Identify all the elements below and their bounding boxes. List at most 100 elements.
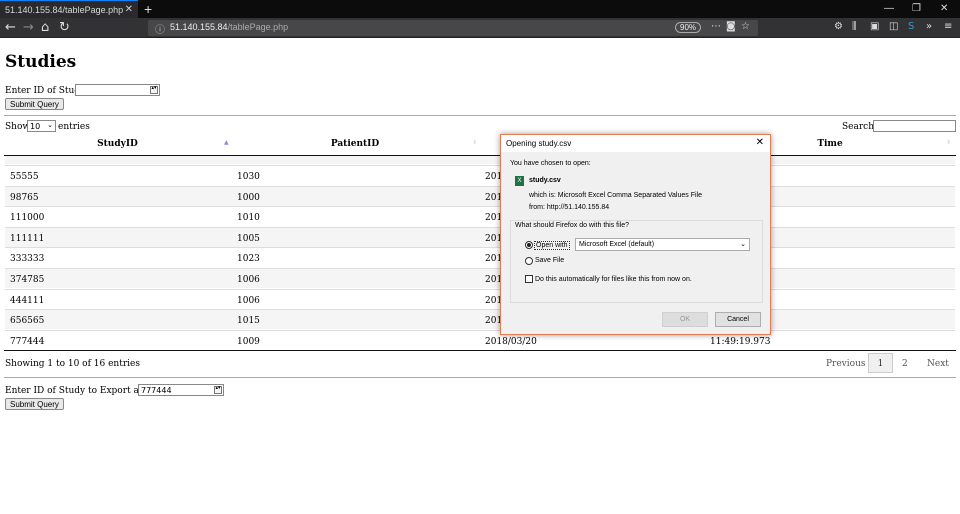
gear-icon[interactable]: ⚙ bbox=[834, 21, 843, 32]
cell-studyid: 111111 bbox=[10, 233, 45, 244]
dialog-title: Opening study.csv bbox=[506, 139, 572, 148]
cell-studyid: 656565 bbox=[10, 316, 45, 327]
nav-bar: ← → ⌂ ↻ ⓘ 51.140.155.84/tablePage.php 90… bbox=[0, 18, 960, 38]
table-row: 98765 1000 2018 bbox=[5, 185, 955, 206]
file-type: which is: Microsoft Excel Comma Separate… bbox=[529, 192, 702, 199]
chevron-down-icon: ⌄ bbox=[740, 241, 746, 248]
cell-patientid: 1010 bbox=[237, 213, 260, 224]
page-2-button[interactable]: 2 bbox=[902, 359, 908, 369]
cell-studyid: 111000 bbox=[10, 213, 45, 224]
cell-time: 11:49:19.973 bbox=[710, 336, 771, 347]
cell-patientid: 1009 bbox=[237, 336, 260, 347]
close-icon[interactable]: ✕ bbox=[756, 137, 764, 148]
table-row: 55555 1030 2018 bbox=[5, 165, 955, 185]
study-id-input[interactable]: ▴▾ bbox=[75, 84, 160, 96]
entries-label: entries bbox=[58, 122, 90, 132]
export-id-input[interactable]: 777444 ▴▾ bbox=[138, 384, 224, 396]
open-with-radio[interactable] bbox=[525, 241, 533, 249]
pocket-icon[interactable]: ◙ bbox=[726, 21, 736, 32]
cell-patientid: 1030 bbox=[237, 172, 260, 182]
tab-title: 51.140.155.84/tablePage.php bbox=[5, 5, 124, 15]
sort-icon: ⇕ bbox=[946, 139, 952, 146]
skype-icon[interactable]: S bbox=[908, 21, 914, 32]
overflow-icon[interactable]: » bbox=[926, 21, 932, 32]
back-icon[interactable]: ← bbox=[5, 20, 16, 35]
previous-button[interactable]: Previous bbox=[826, 359, 865, 369]
table-footer-border bbox=[4, 350, 956, 351]
cell-patientid: 1006 bbox=[237, 295, 260, 306]
table-row-partial bbox=[5, 156, 955, 164]
search-input[interactable] bbox=[873, 120, 956, 132]
show-entries-select[interactable]: 10 ⌄ bbox=[27, 120, 56, 132]
divider bbox=[4, 377, 956, 378]
url-bar[interactable]: ⓘ 51.140.155.84/tablePage.php 90% ⋯ ◙ ☆ bbox=[148, 20, 758, 36]
spinner-icon[interactable]: ▴▾ bbox=[214, 386, 222, 394]
page-1-button[interactable]: 1 bbox=[868, 353, 893, 373]
file-name: study.csv bbox=[529, 177, 561, 184]
menu-icon[interactable]: ≡ bbox=[944, 21, 952, 32]
cell-studyid: 55555 bbox=[10, 172, 39, 182]
table-row: 444111 1006 2018 bbox=[5, 288, 955, 309]
save-file-label[interactable]: Save File bbox=[535, 257, 564, 264]
bookmark-star-icon[interactable]: ☆ bbox=[741, 21, 750, 32]
auto-label[interactable]: Do this automatically for files like thi… bbox=[535, 276, 692, 283]
table-row: 111111 1005 2018 bbox=[5, 226, 955, 247]
divider bbox=[4, 115, 956, 116]
more-actions-icon[interactable]: ⋯ bbox=[711, 21, 721, 32]
excel-file-icon: X bbox=[515, 176, 524, 186]
next-button[interactable]: Next bbox=[927, 359, 949, 369]
export-submit-button[interactable]: Submit Query bbox=[5, 398, 64, 410]
tab-active[interactable]: 51.140.155.84/tablePage.php ✕ bbox=[0, 0, 138, 18]
submit-query-button[interactable]: Submit Query bbox=[5, 98, 64, 110]
page-title: Studies bbox=[5, 52, 77, 72]
cell-date: 2018/03/20 bbox=[485, 336, 537, 347]
download-dialog: Opening study.csv ✕ You have chosen to o… bbox=[500, 134, 771, 335]
cell-studyid: 777444 bbox=[10, 336, 45, 347]
cancel-button[interactable]: Cancel bbox=[715, 312, 761, 327]
close-window-icon[interactable]: ✕ bbox=[940, 3, 948, 14]
cell-studyid: 98765 bbox=[10, 192, 39, 203]
url-text: 51.140.155.84/tablePage.php bbox=[170, 22, 289, 32]
table-row: 333333 1023 2018 bbox=[5, 247, 955, 267]
cell-patientid: 1023 bbox=[237, 254, 260, 265]
sidebar-icon[interactable]: ◫ bbox=[889, 21, 898, 32]
restore-icon[interactable]: ❐ bbox=[912, 3, 921, 14]
info-icon[interactable]: ⓘ bbox=[155, 21, 165, 36]
forward-icon[interactable]: → bbox=[23, 20, 34, 35]
app-select[interactable]: Microsoft Excel (default) ⌄ bbox=[575, 238, 750, 251]
table-info: Showing 1 to 10 of 16 entries bbox=[5, 359, 140, 369]
ok-button[interactable]: OK bbox=[662, 312, 708, 327]
dialog-titlebar: Opening study.csv ✕ bbox=[501, 135, 770, 152]
chevron-down-icon: ⌄ bbox=[47, 121, 53, 129]
page-content: Studies Enter ID of Study: ▴▾ Submit Que… bbox=[0, 38, 960, 514]
extension-icon[interactable]: ▣ bbox=[870, 21, 879, 32]
sort-asc-icon: ▲ bbox=[224, 139, 229, 146]
cell-patientid: 1000 bbox=[237, 192, 260, 203]
chosen-text: You have chosen to open: bbox=[510, 160, 591, 167]
column-header-patientid[interactable]: PatientID bbox=[240, 139, 470, 149]
cell-patientid: 1005 bbox=[237, 233, 260, 244]
home-icon[interactable]: ⌂ bbox=[41, 20, 49, 35]
cell-studyid: 444111 bbox=[10, 295, 45, 306]
search-label: Search: bbox=[842, 122, 878, 132]
tab-bar: 51.140.155.84/tablePage.php ✕ + — ❐ ✕ bbox=[0, 0, 960, 18]
table-row: 777444 1009 2018/03/20 11:49:19.973 bbox=[5, 329, 955, 350]
cell-studyid: 374785 bbox=[10, 275, 45, 285]
new-tab-icon[interactable]: + bbox=[144, 1, 152, 17]
cell-studyid: 333333 bbox=[10, 254, 45, 265]
save-file-radio[interactable] bbox=[525, 257, 533, 265]
library-icon[interactable]: ⫼ bbox=[852, 21, 857, 32]
open-with-label[interactable]: Open with bbox=[534, 241, 570, 250]
close-tab-icon[interactable]: ✕ bbox=[125, 4, 133, 15]
reload-icon[interactable]: ↻ bbox=[59, 20, 70, 35]
zoom-indicator[interactable]: 90% bbox=[675, 22, 702, 33]
cell-patientid: 1006 bbox=[237, 275, 260, 285]
column-header-studyid[interactable]: StudyID bbox=[5, 139, 230, 149]
table-row: 111000 1010 2018 bbox=[5, 206, 955, 226]
question-text: What should Firefox do with this file? bbox=[513, 222, 631, 229]
cell-patientid: 1015 bbox=[237, 316, 260, 327]
spinner-icon[interactable]: ▴▾ bbox=[150, 86, 158, 94]
auto-checkbox[interactable] bbox=[525, 275, 533, 283]
file-source: from: http://51.140.155.84 bbox=[529, 204, 610, 211]
minimize-icon[interactable]: — bbox=[884, 3, 894, 14]
